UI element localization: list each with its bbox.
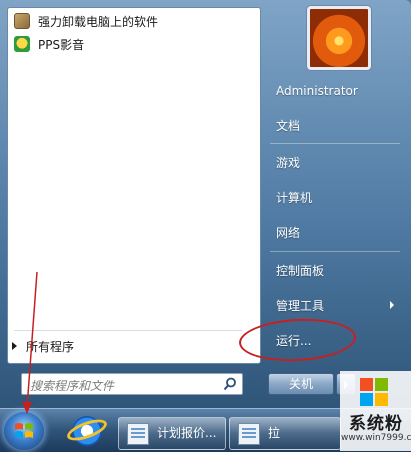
taskbar-button-label: 拉 xyxy=(268,426,281,440)
pps-icon xyxy=(14,36,30,52)
uninstall-icon xyxy=(14,13,30,29)
program-label: 强力卸载电脑上的软件 xyxy=(38,14,159,29)
divider xyxy=(270,143,400,144)
chevron-right-icon xyxy=(390,301,394,309)
menu-item-admin-tools[interactable]: 管理工具 xyxy=(276,297,324,315)
menu-item-games[interactable]: 游戏 xyxy=(276,154,300,172)
windows-logo-icon xyxy=(15,423,33,438)
programs-pane xyxy=(7,7,261,364)
watermark-url: www.win7999.com xyxy=(341,433,411,443)
search-icon[interactable] xyxy=(223,377,237,391)
document-icon xyxy=(127,423,149,445)
watermark-brand: 系统粉 xyxy=(349,414,403,434)
divider xyxy=(270,251,400,252)
program-label: PPS影音 xyxy=(38,37,85,52)
start-menu: 强力卸载电脑上的软件 PPS影音 所有程序 搜索程序和文件 Administra… xyxy=(0,0,411,408)
divider xyxy=(14,330,242,331)
menu-item-control-panel[interactable]: 控制面板 xyxy=(276,262,324,280)
user-avatar[interactable] xyxy=(307,6,371,70)
all-programs-button[interactable]: 所有程序 xyxy=(12,336,242,356)
search-input[interactable]: 搜索程序和文件 xyxy=(21,373,243,395)
menu-item-administrator[interactable]: Administrator xyxy=(276,82,358,100)
menu-item-documents[interactable]: 文档 xyxy=(276,117,300,135)
program-item-uninstaller[interactable]: 强力卸载电脑上的软件 xyxy=(14,10,254,32)
arrow-right-icon xyxy=(12,342,17,350)
taskbar-button-document-2[interactable]: 拉 xyxy=(229,417,341,450)
program-item-pps[interactable]: PPS影音 xyxy=(14,33,254,55)
shutdown-button[interactable]: 关机 xyxy=(268,373,334,395)
menu-item-computer[interactable]: 计算机 xyxy=(276,189,312,207)
taskbar-button-document-1[interactable]: 计划报价... xyxy=(118,417,226,450)
all-programs-label: 所有程序 xyxy=(26,339,75,354)
search-placeholder: 搜索程序和文件 xyxy=(30,379,115,393)
windows-logo-icon xyxy=(360,378,388,406)
document-icon xyxy=(238,423,260,445)
menu-item-network[interactable]: 网络 xyxy=(276,224,300,242)
taskbar-button-label: 计划报价... xyxy=(157,426,217,440)
